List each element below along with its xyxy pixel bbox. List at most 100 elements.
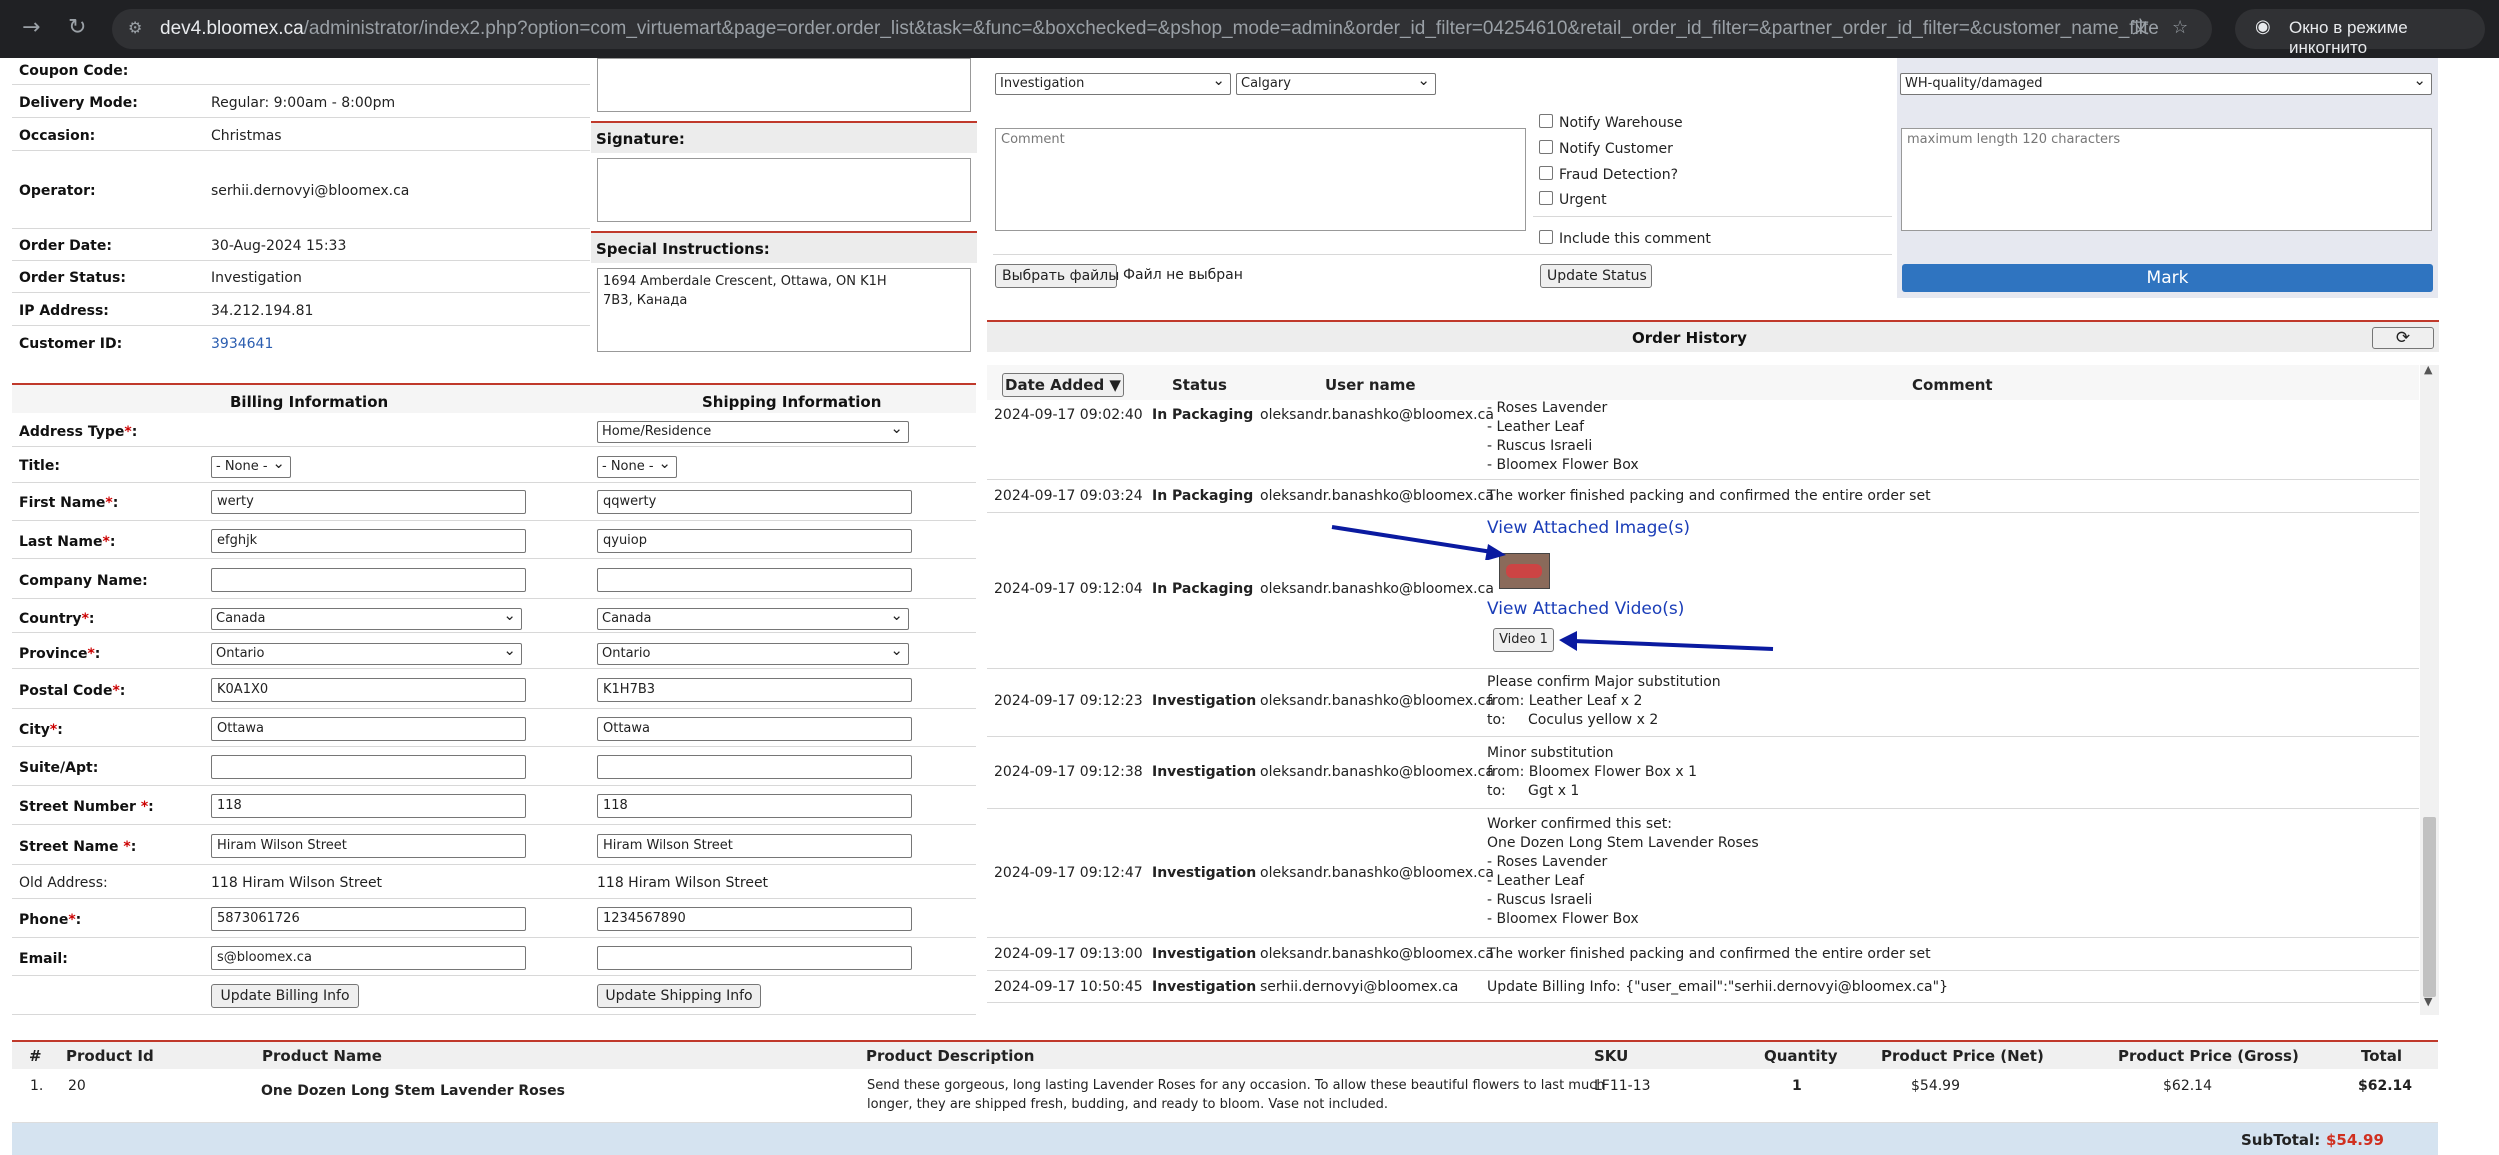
history-scrollbar[interactable]: ▲ ▼ (2420, 363, 2439, 1015)
shipping-province-select[interactable]: Ontario (597, 641, 909, 665)
incognito-label: Окно в режиме инкогнито (2289, 18, 2408, 57)
warehouse-select[interactable]: Calgary (1236, 71, 1436, 95)
old-address-label: Old Address: (19, 875, 108, 891)
view-videos-link[interactable]: View Attached Video(s) (1487, 599, 1684, 619)
reload-icon[interactable]: ↻ (68, 13, 86, 43)
billing-street-name[interactable]: Hiram Wilson Street (211, 834, 526, 858)
mark-button[interactable]: Mark (1902, 264, 2433, 292)
shipping-country-select[interactable]: Canada (597, 606, 909, 630)
special-instructions-textarea[interactable]: 1694 Amberdale Crescent, Ottawa, ON K1H … (597, 268, 971, 352)
billing-first-name[interactable]: werty (211, 490, 526, 514)
order-status-value: Investigation (211, 270, 302, 286)
shipping-header: Shipping Information (702, 393, 882, 411)
site-info-icon[interactable]: ⚙ (128, 18, 142, 37)
billing-email[interactable]: s@bloomex.ca (211, 946, 526, 970)
address-bar[interactable]: ⚙ dev4.bloomex.ca/administrator/index2.p… (112, 9, 2212, 49)
no-file-label: Файл не выбран (1123, 267, 1243, 283)
order-date-label: Order Date: (19, 238, 112, 254)
order-history-title: Order History (1632, 329, 1747, 347)
col-user: User name (1325, 376, 1416, 394)
comment-textarea[interactable]: Comment (995, 128, 1526, 231)
col-description: Product Description (866, 1047, 1035, 1065)
mark-reason-select[interactable]: WH-quality/damaged (1900, 71, 2432, 95)
comment-placeholder: Comment (1001, 132, 1065, 147)
billing-last-name[interactable]: efghjk (211, 529, 526, 553)
col-total: Total (2361, 1047, 2402, 1065)
video-1-button[interactable]: Video 1 (1493, 628, 1554, 652)
col-quantity: Quantity (1764, 1047, 1838, 1065)
billing-city[interactable]: Ottawa (211, 717, 526, 741)
view-images-link[interactable]: View Attached Image(s) (1487, 518, 1690, 538)
product-name: One Dozen Long Stem Lavender Roses (261, 1083, 565, 1099)
shipping-company[interactable] (597, 568, 912, 592)
urgent-checkbox[interactable] (1539, 191, 1553, 205)
customer-id-link[interactable]: 3934641 (211, 336, 273, 352)
status-select[interactable]: Investigation (995, 71, 1231, 95)
billing-country-select[interactable]: Canada (211, 606, 522, 630)
order-status-label: Order Status: (19, 270, 126, 286)
shipping-city[interactable]: Ottawa (597, 717, 912, 741)
special-line-2: 7B3, Канада (603, 293, 688, 308)
arrow-to-video (1559, 631, 1774, 651)
shipping-title-select[interactable]: - None - (597, 454, 677, 478)
order-date-value: 30-Aug-2024 15:33 (211, 238, 347, 254)
shipping-phone[interactable]: 1234567890 (597, 907, 912, 931)
date-added-sort[interactable]: Date Added ▼ (1002, 373, 1124, 397)
scroll-thumb[interactable] (2423, 817, 2436, 997)
bookmark-star-icon[interactable]: ☆ (2172, 13, 2188, 43)
address-type-select[interactable]: Home/Residence (597, 419, 909, 443)
col-sku: SKU (1594, 1047, 1629, 1065)
forward-icon[interactable]: → (22, 13, 40, 43)
special-line-1: 1694 Amberdale Crescent, Ottawa, ON K1H (603, 274, 887, 289)
refresh-icon: ⟳ (2395, 328, 2411, 348)
shipping-street-number[interactable]: 118 (597, 794, 912, 818)
ip-value: 34.212.194.81 (211, 303, 314, 319)
notify-customer-checkbox[interactable] (1539, 140, 1553, 154)
col-product-name: Product Name (262, 1047, 382, 1065)
occasion-label: Occasion: (19, 128, 96, 144)
product-row: 1. 20 One Dozen Long Stem Lavender Roses… (12, 1070, 2438, 1123)
billing-suite[interactable] (211, 755, 526, 779)
billing-phone[interactable]: 5873061726 (211, 907, 526, 931)
update-billing-button[interactable]: Update Billing Info (211, 984, 359, 1008)
billing-title-select[interactable]: - None - (211, 454, 291, 478)
signature-label: Signature: (596, 130, 685, 148)
fraud-detection-checkbox[interactable] (1539, 166, 1553, 180)
shipping-postal-code[interactable]: K1H7B3 (597, 678, 912, 702)
subtotal-label: SubTotal: (2241, 1131, 2321, 1149)
shipping-first-name[interactable]: qqwerty (597, 490, 912, 514)
title-label: Title: (19, 458, 60, 474)
last-name-label: Last Name*: (19, 534, 116, 550)
scroll-up-icon[interactable]: ▲ (2424, 363, 2432, 376)
update-status-button[interactable]: Update Status (1540, 264, 1652, 288)
include-comment-checkbox[interactable] (1539, 230, 1553, 244)
incognito-indicator[interactable]: ◉ Окно в режиме инкогнито (2235, 9, 2485, 57)
scroll-down-icon[interactable]: ▼ (2424, 995, 2432, 1008)
translate-icon[interactable]: 文 (2132, 13, 2149, 43)
province-label: Province*: (19, 646, 101, 662)
shipping-street-name[interactable]: Hiram Wilson Street (597, 834, 912, 858)
notes-textarea[interactable] (597, 58, 971, 112)
billing-company[interactable] (211, 568, 526, 592)
signature-textarea[interactable] (597, 158, 971, 222)
city-label: City*: (19, 722, 63, 738)
billing-street-number[interactable]: 118 (211, 794, 526, 818)
first-name-label: First Name*: (19, 495, 119, 511)
billing-province-select[interactable]: Ontario (211, 641, 522, 665)
email-label: Email: (19, 951, 68, 967)
billing-postal-code[interactable]: K0A1X0 (211, 678, 526, 702)
mark-textarea[interactable]: maximum length 120 characters (1901, 128, 2432, 231)
shipping-email[interactable] (597, 946, 912, 970)
shipping-last-name[interactable]: qyuiop (597, 529, 912, 553)
shipping-suite[interactable] (597, 755, 912, 779)
col-price-net: Product Price (Net) (1881, 1047, 2044, 1065)
update-shipping-button[interactable]: Update Shipping Info (597, 984, 761, 1008)
notify-warehouse-checkbox[interactable] (1539, 114, 1553, 128)
choose-files-button[interactable]: Выбрать файлы (995, 264, 1119, 288)
url-path: /administrator/index2.php?option=com_vir… (303, 18, 2160, 39)
col-product-id: Product Id (66, 1047, 154, 1065)
mark-placeholder: maximum length 120 characters (1907, 132, 2121, 147)
notify-customer-label: Notify Customer (1559, 141, 1673, 157)
refresh-button[interactable]: ⟳ (2372, 327, 2434, 349)
browser-toolbar: → ↻ ⚙ dev4.bloomex.ca/administrator/inde… (0, 0, 2499, 58)
